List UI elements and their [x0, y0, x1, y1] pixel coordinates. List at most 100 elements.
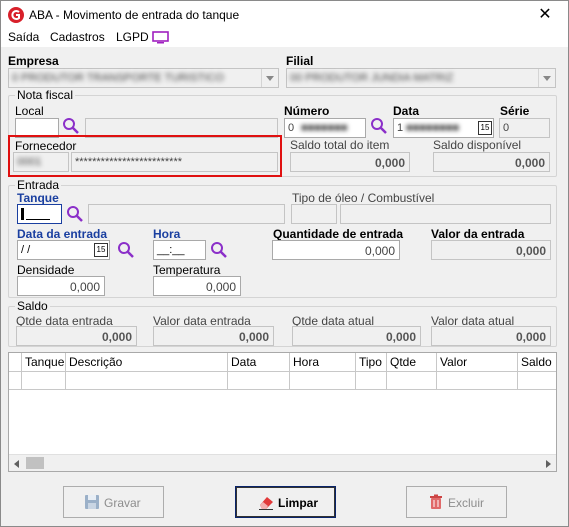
menu-cadastros[interactable]: Cadastros: [50, 30, 105, 44]
table-cell[interactable]: [228, 372, 290, 390]
qtd-entrada-label: Quantidade de entrada: [273, 227, 404, 241]
menu-lgpd[interactable]: LGPD: [116, 30, 149, 44]
numero-label: Número: [284, 104, 330, 118]
data-blurred: ■■■■■■■■: [406, 122, 460, 134]
hora-value: __:__: [157, 244, 185, 256]
serie-label: Série: [500, 104, 530, 118]
calendar-icon[interactable]: 15: [478, 121, 492, 135]
data-input[interactable]: 1 ■■■■■■■■ 15: [393, 118, 494, 138]
numero-input[interactable]: 0 ■■■■■■■: [284, 118, 366, 138]
column-header-qtde[interactable]: Qtde: [387, 353, 437, 372]
tipo-oleo-code: [291, 204, 337, 224]
densidade-input[interactable]: 0,000: [17, 276, 105, 296]
hora-input[interactable]: __:__: [153, 240, 206, 260]
menu-bar: Saída Cadastros LGPD: [1, 29, 568, 47]
search-icon[interactable]: [117, 241, 135, 259]
numero-value: 0: [288, 122, 295, 134]
column-header-data[interactable]: Data: [228, 353, 290, 372]
valor-entrada-value: 0,000: [431, 240, 551, 260]
fornecedor-name: *************************: [71, 152, 278, 172]
table-cell[interactable]: [356, 372, 387, 390]
qtd-entrada-input[interactable]: 0,000: [272, 240, 400, 260]
fornecedor-label: Fornecedor: [15, 139, 77, 153]
chevron-down-icon[interactable]: [538, 69, 555, 87]
close-icon: ✕: [538, 6, 552, 23]
table-cell[interactable]: [437, 372, 518, 390]
search-icon[interactable]: [370, 117, 388, 135]
column-header-tipo[interactable]: Tipo: [356, 353, 387, 372]
entries-grid[interactable]: Tanque Descrição Data Hora Tipo Qtde Val…: [8, 352, 557, 472]
column-header-tanque[interactable]: Tanque: [22, 353, 66, 372]
table-cell[interactable]: [22, 372, 66, 390]
data-label: Data: [393, 104, 420, 118]
window-title: ABA - Movimento de entrada do tanque: [29, 8, 240, 22]
filial-label: Filial: [286, 54, 314, 68]
row-indicator-header: [9, 353, 22, 372]
close-button[interactable]: ✕: [528, 3, 562, 27]
column-header-descricao[interactable]: Descrição: [66, 353, 228, 372]
tanque-description: [88, 204, 285, 224]
excluir-label: Excluir: [448, 496, 485, 510]
scroll-right-icon[interactable]: [546, 460, 551, 468]
column-header-hora[interactable]: Hora: [290, 353, 356, 372]
monitor-icon[interactable]: [152, 31, 169, 44]
column-header-saldo[interactable]: Saldo: [518, 353, 556, 372]
qtde-data-entrada-value: 0,000: [16, 326, 137, 346]
chevron-down-icon[interactable]: [261, 69, 278, 87]
fornecedor-name-value: *************************: [75, 156, 183, 168]
tipo-oleo-description: [340, 204, 551, 224]
fornecedor-code: 0001: [13, 152, 69, 172]
temperatura-input[interactable]: 0,000: [153, 276, 241, 296]
entrada-legend: Entrada: [15, 178, 62, 192]
valor-data-atual-value: 0,000: [431, 326, 551, 346]
data-entrada-label: Data da entrada: [17, 227, 108, 241]
densidade-label: Densidade: [17, 263, 75, 277]
empresa-value: 0 PRODUTOR TRANSPORTE TURISTICO: [12, 72, 224, 84]
main-window: ABA - Movimento de entrada do tanque ✕ S…: [0, 0, 569, 527]
valor-entrada-label: Valor da entrada: [431, 227, 525, 241]
numero-blurred: ■■■■■■■: [301, 122, 348, 134]
tanque-label: Tanque: [17, 191, 59, 205]
menu-saida[interactable]: Saída: [8, 30, 39, 44]
horizontal-scrollbar[interactable]: [9, 454, 556, 471]
table-cell[interactable]: [518, 372, 556, 390]
table-cell[interactable]: [66, 372, 228, 390]
text-cursor: [21, 208, 24, 220]
saldo-total-label: Saldo total do item: [290, 138, 390, 152]
gravar-label: Gravar: [104, 496, 141, 510]
title-bar: ABA - Movimento de entrada do tanque ✕: [1, 1, 568, 29]
temperatura-label: Temperatura: [153, 263, 221, 277]
search-icon[interactable]: [66, 205, 84, 223]
data-entrada-value: / /: [21, 244, 31, 256]
table-cell[interactable]: [387, 372, 437, 390]
empresa-select[interactable]: 0 PRODUTOR TRANSPORTE TURISTICO: [8, 68, 279, 88]
limpar-button[interactable]: Limpar: [235, 486, 336, 518]
tanque-input[interactable]: [17, 204, 62, 224]
column-header-valor[interactable]: Valor: [437, 353, 518, 372]
nota-fiscal-legend: Nota fiscal: [15, 88, 76, 102]
table-cell[interactable]: [290, 372, 356, 390]
serie-value: 0: [503, 122, 510, 134]
qtde-data-atual-value: 0,000: [292, 326, 421, 346]
saldo-disponivel-value: 0,000: [433, 152, 550, 172]
search-icon[interactable]: [62, 117, 80, 135]
scroll-thumb[interactable]: [26, 457, 44, 469]
search-icon[interactable]: [210, 241, 228, 259]
saldo-disponivel-label: Saldo disponível: [433, 138, 522, 152]
data-entrada-input[interactable]: / / 15: [17, 240, 110, 260]
input-mask-underline: [26, 219, 50, 220]
empresa-label: Empresa: [8, 54, 59, 68]
row-indicator: [9, 372, 22, 390]
saldo-total-value: 0,000: [290, 152, 410, 172]
saldo-legend: Saldo: [15, 299, 50, 313]
fornecedor-code-value: 0001: [17, 156, 42, 168]
excluir-button[interactable]: Excluir: [406, 486, 507, 518]
data-value: 1: [397, 122, 404, 134]
tipo-oleo-label: Tipo de óleo / Combustível: [292, 191, 435, 205]
calendar-icon[interactable]: 15: [94, 243, 108, 257]
app-logo-icon: [8, 7, 24, 23]
gravar-button[interactable]: Gravar: [63, 486, 164, 518]
save-icon: [85, 495, 99, 509]
filial-select[interactable]: 00 PRODUTOR JUNDIA MATRIZ: [286, 68, 556, 88]
scroll-left-icon[interactable]: [14, 460, 19, 468]
